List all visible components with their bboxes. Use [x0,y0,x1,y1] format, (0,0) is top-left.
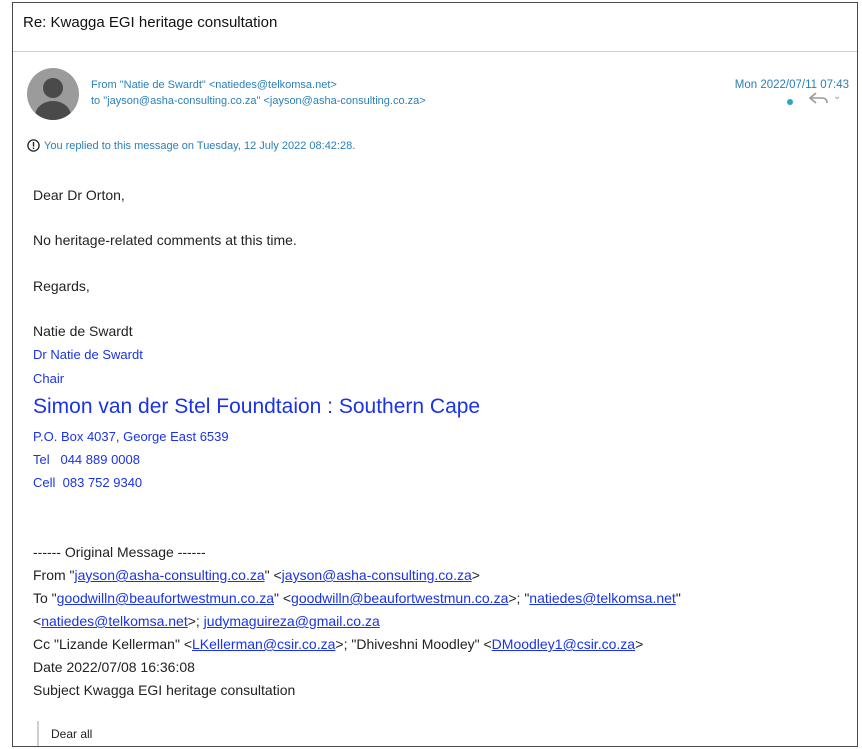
original-cc: Cc "Lizande Kellerman" <LKellerman@csir.… [33,636,644,652]
dot-icon [787,99,793,105]
person-avatar-icon[interactable] [27,68,79,120]
chevron-down-icon[interactable]: ⌄ [833,91,841,102]
signature-title: Chair [33,371,65,386]
avatar-body [35,101,71,120]
original-to-1-addr-link[interactable]: goodwilln@beaufortwestmun.co.za [291,590,508,606]
original-date: Date 2022/07/08 16:36:08 [33,659,195,675]
original-to-2-name-link[interactable]: natiedes@telkomsa.net [529,590,676,606]
original-to-label: To [33,590,48,606]
email-subject: Re: Kwagga EGI heritage consultation [23,14,278,31]
replied-notice: You replied to this message on Tuesday, … [44,140,356,152]
original-to: To "goodwilln@beaufortwestmun.co.za" <go… [33,590,681,606]
original-cc-label: Cc [33,636,51,652]
to-line[interactable]: to "jayson@asha-consulting.co.za" <jayso… [91,95,426,107]
signature-name: Dr Natie de Swardt [33,347,143,362]
original-cc-1-addr-link[interactable]: LKellerman@csir.co.za [192,636,335,652]
original-cc-2-addr-link[interactable]: DMoodley1@csir.co.za [492,636,635,652]
tel-label: Tel [33,452,50,467]
from-line[interactable]: From "Natie de Swardt" <natiedes@telkoms… [91,79,337,91]
original-from: From "jayson@asha-consulting.co.za" <jay… [33,567,480,583]
quoted-greeting: Dear all [51,727,93,741]
original-to-2-addr-link[interactable]: natiedes@telkomsa.net [41,613,188,629]
info-circle-icon [27,139,40,152]
signature-tel: Tel 044 889 0008 [33,452,140,467]
body-content: No heritage-related comments at this tim… [33,232,297,248]
original-from-name-link[interactable]: jayson@asha-consulting.co.za [75,567,265,583]
avatar-head [43,78,63,98]
original-separator: ------ Original Message ------ [33,544,206,560]
original-cc-2-name: Dhiveshni Moodley [356,636,475,652]
original-subject: Subject Kwagga EGI heritage consultation [33,682,296,698]
subject-bar: Re: Kwagga EGI heritage consultation [13,3,857,52]
original-from-label: From [33,567,66,583]
original-to-3-link[interactable]: judymaguireza@gmail.co.za [204,613,380,629]
original-to-1-name-link[interactable]: goodwilln@beaufortwestmun.co.za [57,590,274,606]
signature-cell: Cell 083 752 9340 [33,475,142,490]
original-to-cont: <natiedes@telkomsa.net>; judymaguireza@g… [33,613,380,629]
cell-number: 083 752 9340 [62,475,143,490]
message-date: Mon 2022/07/11 07:43 [734,79,849,91]
tel-number: 044 889 0008 [60,452,140,467]
body-closing: Regards, [33,278,90,294]
signature-address: P.O. Box 4037, George East 6539 [33,429,229,444]
email-window: Re: Kwagga EGI heritage consultation Fro… [12,2,858,747]
quote-bar [37,721,39,746]
original-cc-1-name: Lizande Kellerman [58,636,175,652]
cell-label: Cell [33,475,56,490]
signature-organisation: Simon van der Stel Foundtaion : Southern… [33,395,481,418]
body-greeting: Dear Dr Orton, [33,187,125,203]
original-from-addr-link[interactable]: jayson@asha-consulting.co.za [282,567,472,583]
reply-icon[interactable] [808,91,830,105]
body-name: Natie de Swardt [33,323,133,339]
